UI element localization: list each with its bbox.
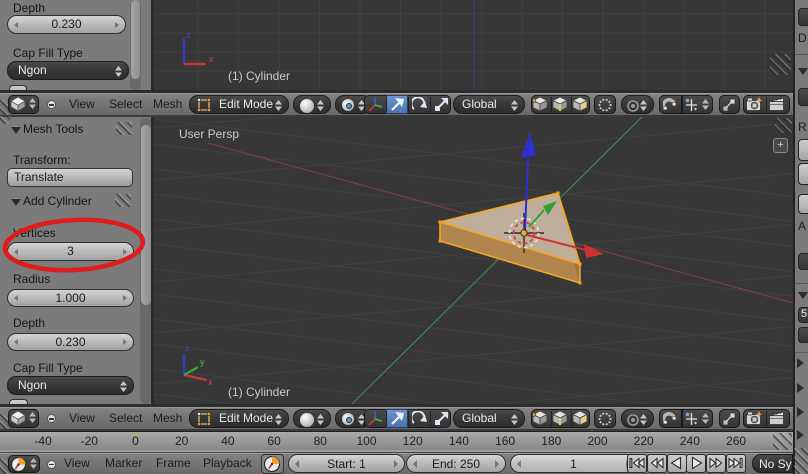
svg-text:y: y (200, 357, 205, 367)
svg-text:x: x (209, 54, 214, 64)
svg-text:z: z (185, 343, 190, 353)
svg-text:z: z (186, 30, 191, 40)
svg-text:x: x (208, 377, 213, 387)
